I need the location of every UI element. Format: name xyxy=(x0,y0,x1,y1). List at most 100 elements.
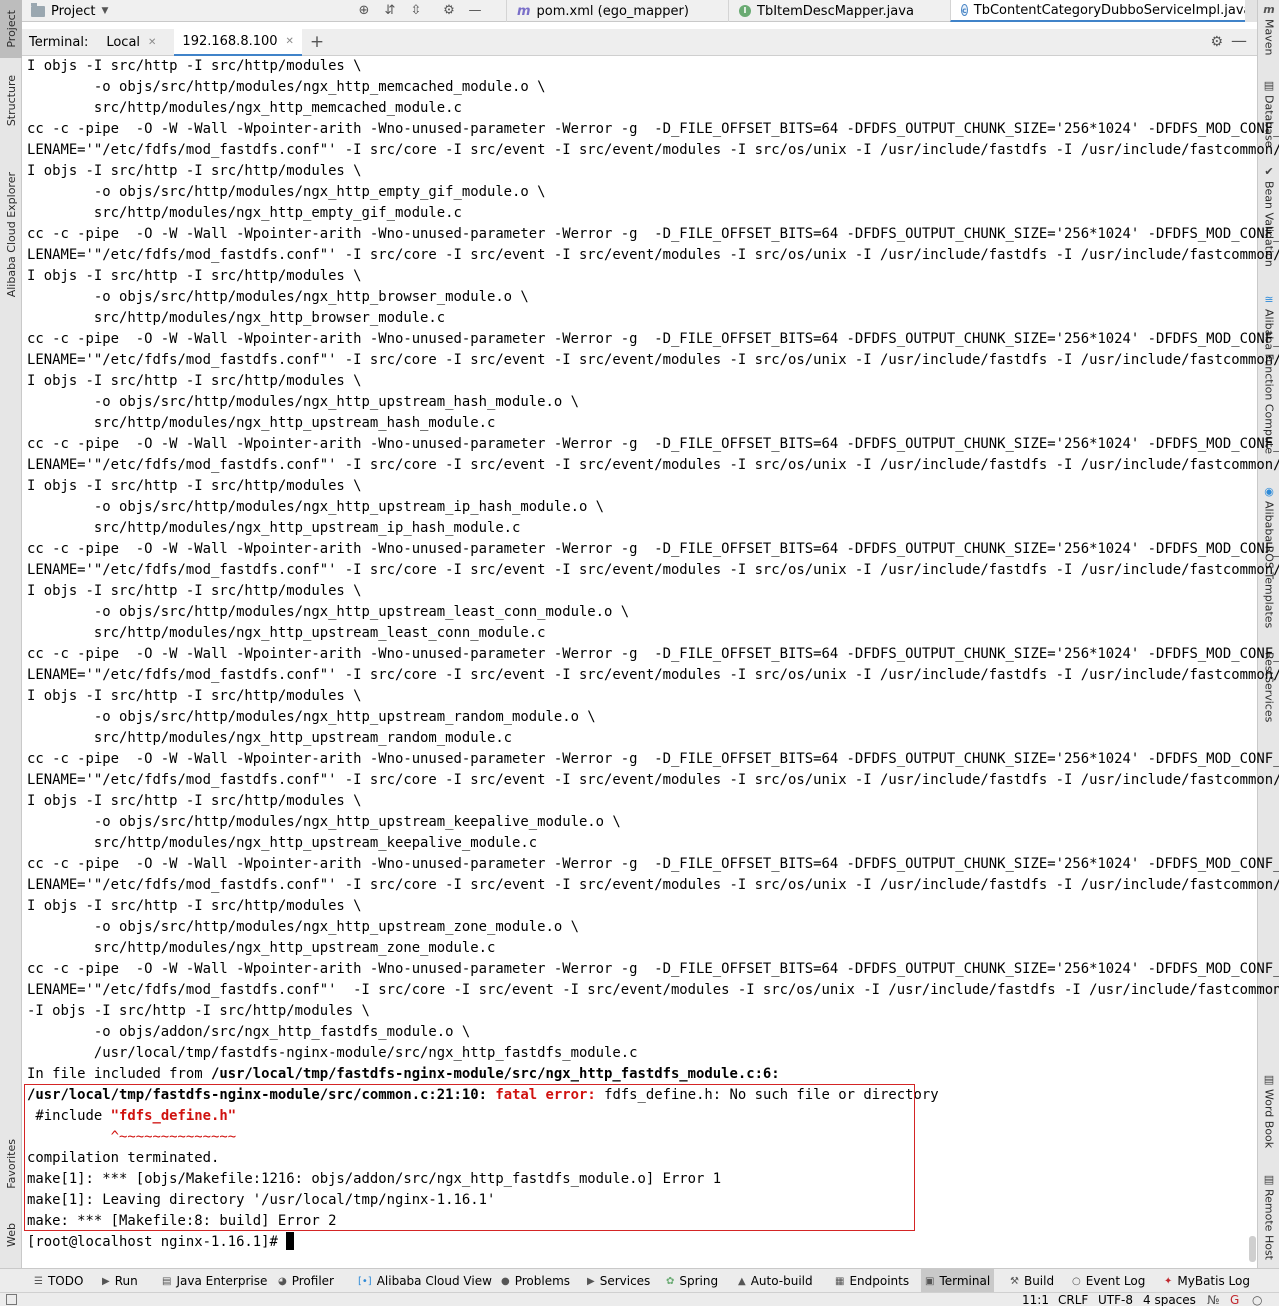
editor-tab-pom[interactable]: m pom.xml (ego_mapper) xyxy=(506,0,728,22)
close-icon[interactable]: ✕ xyxy=(148,37,156,48)
run-icon: ▶ xyxy=(102,1275,110,1287)
terminal-line: -o objs/src/http/modules/ngx_http_upstre… xyxy=(27,709,596,725)
left-tab-project-label: Project xyxy=(4,10,18,48)
terminal-line: I objs -I src/http -I src/http/modules \ xyxy=(27,898,362,914)
right-tab-word-book[interactable]: ▤ Word Book xyxy=(1258,1073,1279,1149)
gear-icon[interactable]: ⚙ xyxy=(440,2,458,20)
tab-scroll-area[interactable] xyxy=(1245,0,1257,22)
terminal-line: I objs -I src/http -I src/http/modules \ xyxy=(27,268,362,284)
right-tab-remote-host[interactable]: ▤ Remote Host xyxy=(1258,1174,1279,1260)
ros-templates-icon: ◉ xyxy=(1264,485,1274,498)
right-tool-strip: m Maven ▤ Database ✔ Bean Validation ≅ A… xyxy=(1257,0,1279,1268)
word-book-icon: ▤ xyxy=(1263,1073,1275,1086)
new-session-icon[interactable]: + xyxy=(310,32,324,52)
terminal-line: LENAME='"/etc/fdfs/mod_fastdfs.conf"' -I… xyxy=(27,982,1279,998)
terminal-icon: ▣ xyxy=(925,1275,935,1287)
lock-icon[interactable]: № xyxy=(1207,1294,1219,1306)
tool-java-enterprise[interactable]: ▤ Java Enterprise xyxy=(158,1269,271,1293)
terminal-line: I objs -I src/http -I src/http/modules \ xyxy=(27,583,362,599)
prompt-line[interactable]: [root@localhost nginx-1.16.1]# xyxy=(27,1232,295,1253)
terminal-line: cc -c -pipe -O -W -Wall -Wpointer-arith … xyxy=(27,541,1279,557)
terminal-line: I objs -I src/http -I src/http/modules \ xyxy=(27,163,362,179)
right-tab-maven-label: Maven xyxy=(1262,19,1276,56)
terminal-line: cc -c -pipe -O -W -Wall -Wpointer-arith … xyxy=(27,436,1279,452)
tool-run[interactable]: ▶ Run xyxy=(98,1269,142,1293)
tool-label: Services xyxy=(599,1274,651,1288)
right-tab-maven[interactable]: m Maven xyxy=(1258,4,1279,56)
editor-tab-tbitemdescmapper[interactable]: I TbItemDescMapper.java xyxy=(728,0,950,22)
left-tab-structure[interactable]: Structure xyxy=(0,72,22,130)
terminal-line: cc -c -pipe -O -W -Wall -Wpointer-arith … xyxy=(27,646,1279,662)
terminal-line: src/http/modules/ngx_http_upstream_keepa… xyxy=(27,835,538,851)
event-log-icon: ○ xyxy=(1072,1275,1081,1287)
tool-auto-build[interactable]: ▲ Auto-build xyxy=(734,1269,817,1293)
right-tab-remote-host-label: Remote Host xyxy=(1262,1189,1276,1260)
error-highlight-box xyxy=(24,1084,915,1231)
terminal-line: cc -c -pipe -O -W -Wall -Wpointer-arith … xyxy=(27,226,1279,242)
scrollbar-thumb[interactable] xyxy=(1249,1236,1256,1262)
terminal-tab-remote[interactable]: 192.168.8.100 ✕ xyxy=(174,28,302,56)
terminal-line: cc -c -pipe -O -W -Wall -Wpointer-arith … xyxy=(27,121,1279,137)
terminal-line: src/http/modules/ngx_http_upstream_least… xyxy=(27,625,546,641)
expand-all-icon[interactable]: ⇵ xyxy=(381,2,399,20)
terminal-line: /usr/local/tmp/fastdfs-nginx-module/src/… xyxy=(27,1045,638,1061)
tool-label: TODO xyxy=(47,1274,84,1288)
tool-build[interactable]: ⚒ Build xyxy=(1006,1269,1058,1293)
tool-terminal[interactable]: ▣ Terminal xyxy=(921,1269,995,1293)
tool-problems[interactable]: ● Problems xyxy=(497,1269,574,1293)
indent-setting[interactable]: 4 spaces xyxy=(1143,1294,1196,1306)
database-icon: ▤ xyxy=(1263,79,1275,92)
left-tab-project[interactable]: Project xyxy=(0,0,22,58)
line-separator[interactable]: CRLF xyxy=(1058,1294,1088,1306)
terminal-line: src/http/modules/ngx_http_upstream_ip_ha… xyxy=(27,520,521,536)
terminal-line: I objs -I src/http -I src/http/modules \ xyxy=(27,688,362,704)
terminal-line: LENAME='"/etc/fdfs/mod_fastdfs.conf"' -I… xyxy=(27,772,1279,788)
left-tab-favorites-label: Favorites xyxy=(4,1139,18,1189)
terminal-line: LENAME='"/etc/fdfs/mod_fastdfs.conf"' -I… xyxy=(27,667,1279,683)
panel-toggle-icon[interactable] xyxy=(6,1294,17,1305)
terminal-line: I objs -I src/http -I src/http/modules \ xyxy=(27,793,362,809)
collapse-all-icon[interactable]: ⇳ xyxy=(407,2,425,20)
notifications-icon[interactable]: ○ xyxy=(1252,1294,1262,1306)
right-tab-word-book-label: Word Book xyxy=(1262,1089,1276,1149)
class-icon: c xyxy=(961,4,968,16)
tool-todo[interactable]: ☰ TODO xyxy=(30,1269,87,1293)
locate-icon[interactable]: ⊕ xyxy=(355,2,373,20)
project-view-selector[interactable]: Project xyxy=(51,4,95,19)
left-tab-web[interactable]: Web xyxy=(0,1212,22,1258)
right-tab-alibaba-function-compute[interactable]: ≅ Alibaba Function Compute xyxy=(1258,294,1279,455)
editor-tab-tbcontentcategory[interactable]: c TbContentCategoryDubboServiceImpl.java xyxy=(950,0,1252,22)
terminal-line: cc -c -pipe -O -W -Wall -Wpointer-arith … xyxy=(27,751,1279,767)
left-tab-favorites[interactable]: Favorites xyxy=(0,1128,22,1200)
editor-tab-label: pom.xml (ego_mapper) xyxy=(536,3,689,19)
included-from-prefix: In file included from xyxy=(27,1066,211,1082)
terminal-line: src/http/modules/ngx_http_upstream_hash_… xyxy=(27,415,496,431)
terminal-line: src/http/modules/ngx_http_upstream_zone_… xyxy=(27,940,496,956)
file-encoding[interactable]: UTF-8 xyxy=(1098,1294,1133,1306)
tool-endpoints[interactable]: ▦ Endpoints xyxy=(831,1269,913,1293)
gear-icon[interactable]: ⚙ xyxy=(1210,34,1223,50)
tool-spring[interactable]: ✿ Spring xyxy=(662,1269,722,1293)
hide-panel-icon[interactable]: — xyxy=(466,2,484,20)
chevron-down-icon[interactable]: ▼ xyxy=(101,6,108,16)
left-tab-alibaba-cloud-explorer[interactable]: Alibaba Cloud Explorer xyxy=(0,160,22,310)
remote-host-icon: ▤ xyxy=(1263,1173,1275,1186)
tool-event-log[interactable]: ○ Event Log xyxy=(1068,1269,1149,1293)
tool-label: Event Log xyxy=(1085,1274,1146,1288)
caret-position[interactable]: 11:1 xyxy=(1022,1294,1049,1306)
warning-icon: ▲ xyxy=(738,1275,746,1287)
terminal-scrollbar[interactable] xyxy=(1247,56,1257,1268)
plugin-icon[interactable]: G xyxy=(1230,1294,1239,1306)
tool-services[interactable]: ▶ Services xyxy=(583,1269,654,1293)
tool-profiler[interactable]: ◕ Profiler xyxy=(274,1269,338,1293)
terminal-tab-local[interactable]: Local ✕ xyxy=(98,29,164,56)
tool-mybatis-log[interactable]: ✦ MyBatis Log xyxy=(1160,1269,1254,1293)
terminal-tab-label: 192.168.8.100 xyxy=(182,33,278,49)
editor-tab-label: TbContentCategoryDubboServiceImpl.java xyxy=(973,2,1252,18)
endpoints-icon: ▦ xyxy=(835,1275,845,1287)
close-icon[interactable]: ✕ xyxy=(286,36,294,47)
hide-panel-icon[interactable]: — xyxy=(1231,31,1247,50)
tool-alibaba-cloud-view[interactable]: [•] Alibaba Cloud View xyxy=(354,1269,496,1293)
tool-label: Profiler xyxy=(291,1274,334,1288)
services-icon: ▶ xyxy=(587,1275,595,1287)
